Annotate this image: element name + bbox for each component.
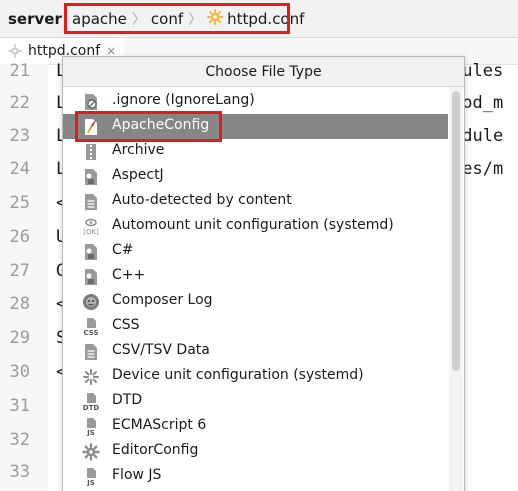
css-file-icon: CSS	[81, 317, 101, 337]
list-item-csharp[interactable]: C#	[63, 239, 448, 264]
svg-text:CSS: CSS	[83, 329, 98, 336]
list-item-apacheconfig[interactable]: ApacheConfig	[63, 114, 448, 139]
line-number: 23	[9, 126, 30, 146]
list-item-cpp[interactable]: C++	[63, 264, 448, 289]
settings-file-icon	[207, 8, 224, 29]
list-item-label: Archive	[112, 142, 165, 158]
line-number: 24	[9, 159, 30, 179]
line-number: 27	[9, 261, 30, 281]
scrollbar-thumb[interactable]	[452, 91, 460, 371]
list-item-label: C#	[112, 242, 134, 258]
list-item-label: .ignore (IgnoreLang)	[112, 92, 255, 108]
list-item-label: CSS	[112, 317, 140, 333]
line-number: 25	[9, 193, 30, 213]
line-number: 22	[9, 93, 30, 113]
list-item-csv-tsv[interactable]: CSV/TSV Data	[63, 339, 448, 364]
line-number: 31	[9, 396, 30, 416]
list-item-automount-systemd[interactable]: [OK] Automount unit configuration (syste…	[63, 214, 448, 239]
breadcrumb-folder-apache[interactable]: apache	[72, 10, 127, 28]
settings-file-icon	[8, 44, 22, 58]
list-item-ignore[interactable]: .ignore (IgnoreLang)	[63, 89, 448, 114]
line-number: 33	[9, 462, 30, 482]
list-item-label: DTD	[112, 392, 143, 408]
systemd-ok-icon: [OK]	[81, 217, 101, 237]
dtd-file-icon: DTD	[81, 392, 101, 412]
aspectj-file-icon	[81, 167, 101, 187]
ide-window: server apache 〉 conf 〉 httpd.conf httpd.…	[0, 0, 518, 491]
list-item-label: Auto-detected by content	[112, 192, 292, 208]
svg-text:JS: JS	[86, 479, 95, 486]
cpp-file-icon	[81, 267, 101, 287]
line-number: 32	[9, 430, 30, 450]
line-number: 21	[9, 61, 30, 81]
list-item-archive[interactable]: Archive	[63, 139, 448, 164]
systemd-device-icon	[81, 367, 101, 387]
popup-scrollbar[interactable]	[449, 87, 463, 491]
svg-text:JS: JS	[86, 429, 95, 436]
ignore-file-icon	[81, 92, 101, 112]
list-item-label: ApacheConfig	[112, 117, 210, 133]
svg-text:DTD: DTD	[83, 404, 100, 411]
breadcrumb-file-httpd-conf[interactable]: httpd.conf	[227, 10, 304, 28]
chevron-right-icon: 〉	[188, 11, 203, 28]
list-item-label: Automount unit configuration (systemd)	[112, 217, 394, 233]
line-number: 30	[9, 362, 30, 382]
list-item-label: ECMAScript 6	[112, 417, 207, 433]
list-item-label: C++	[112, 267, 146, 283]
archive-icon	[81, 142, 101, 162]
apache-feather-icon	[81, 117, 101, 137]
list-item-label: Device unit configuration (systemd)	[112, 367, 364, 383]
list-item-device-systemd[interactable]: Device unit configuration (systemd)	[63, 364, 448, 389]
text-file-icon	[81, 192, 101, 212]
choose-file-type-popup: Choose File Type .ignore (IgnoreLang) Ap…	[62, 56, 465, 491]
line-number: 26	[9, 227, 30, 247]
breadcrumb-project[interactable]: server	[8, 10, 62, 28]
list-item-css[interactable]: CSS CSS	[63, 314, 448, 339]
csharp-file-icon	[81, 242, 101, 262]
js-flow-icon: JS	[81, 467, 101, 487]
list-item-editorconfig[interactable]: EditorConfig	[63, 439, 448, 464]
svg-text:[OK]: [OK]	[83, 228, 99, 236]
list-item-label: Composer Log	[112, 292, 213, 308]
list-item-flow-js[interactable]: JS Flow JS	[63, 464, 448, 489]
list-item-label: AspectJ	[112, 167, 164, 183]
line-number: 28	[9, 294, 30, 314]
composer-icon	[81, 292, 101, 312]
list-item-dtd[interactable]: DTD DTD	[63, 389, 448, 414]
chevron-right-icon: 〉	[131, 11, 146, 28]
line-number: 29	[9, 328, 30, 348]
list-item-label: Flow JS	[112, 467, 162, 483]
list-item-auto-detected[interactable]: Auto-detected by content	[63, 189, 448, 214]
csv-file-icon	[81, 342, 101, 362]
list-item-composer-log[interactable]: Composer Log	[63, 289, 448, 314]
list-item-ecmascript6[interactable]: JS ECMAScript 6	[63, 414, 448, 439]
list-item-label: CSV/TSV Data	[112, 342, 210, 358]
js-file-icon: JS	[81, 417, 101, 437]
breadcrumb-folder-conf[interactable]: conf	[151, 10, 183, 28]
gear-icon	[81, 442, 101, 462]
breadcrumb: apache 〉 conf 〉 httpd.conf	[72, 0, 304, 37]
list-item-aspectj[interactable]: AspectJ	[63, 164, 448, 189]
list-item-label: EditorConfig	[112, 442, 199, 458]
popup-title: Choose File Type	[63, 57, 464, 87]
